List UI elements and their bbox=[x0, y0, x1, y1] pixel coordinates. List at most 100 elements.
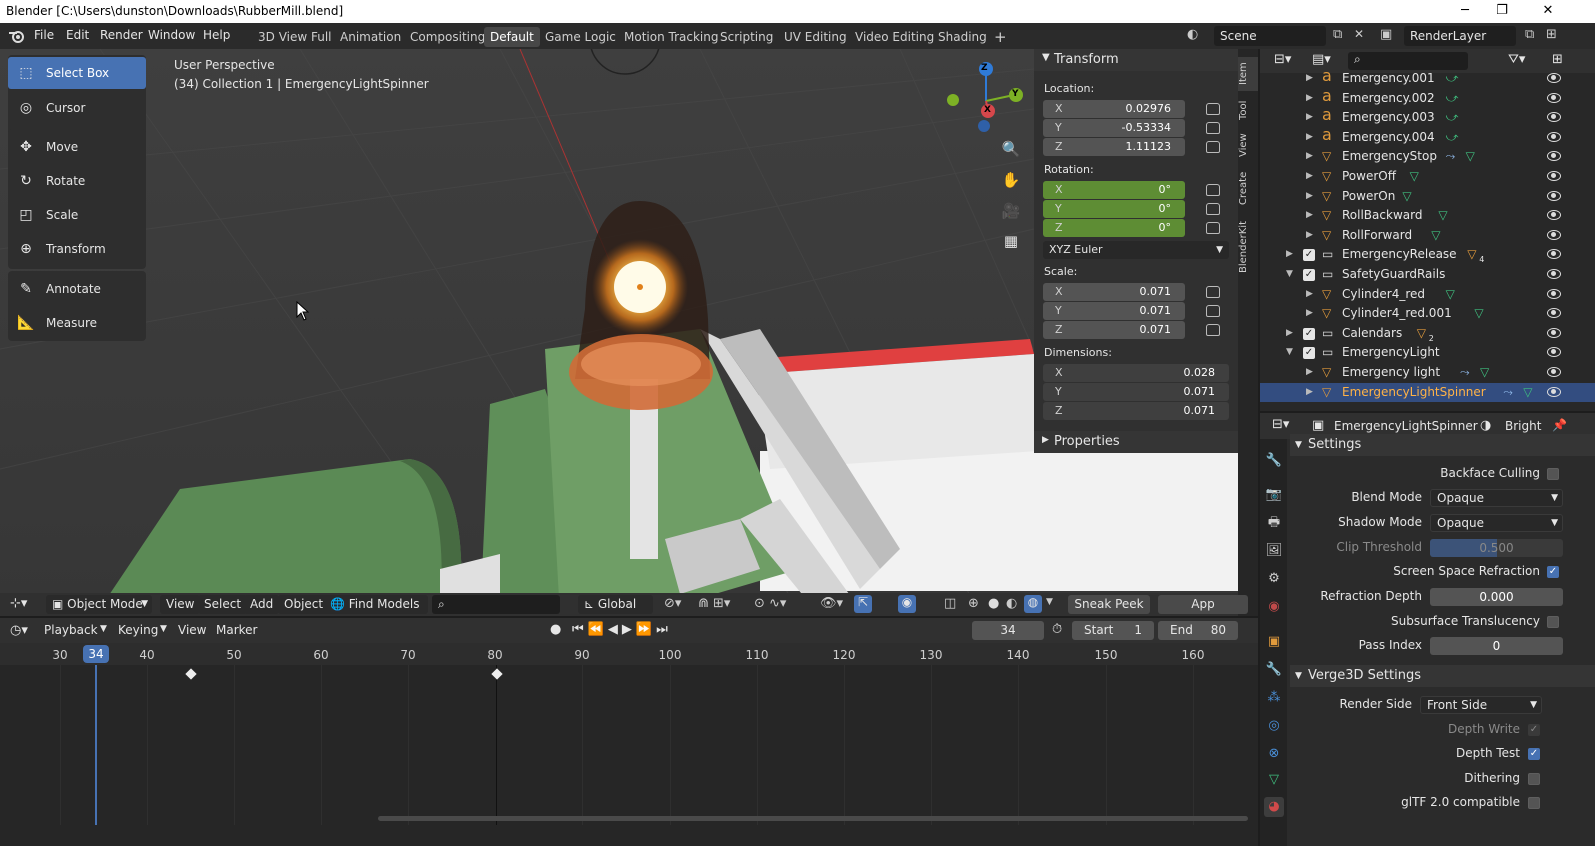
expand-toggle-icon[interactable]: ▼ bbox=[1286, 343, 1293, 362]
outliner-row[interactable]: ▶ ▽ Cylinder4_red.001 ▽ bbox=[1260, 304, 1595, 324]
copy-layer-icon[interactable]: ⧉ bbox=[1525, 27, 1534, 42]
find-models-menu[interactable]: 🌐 Find Models bbox=[324, 595, 428, 614]
outliner-row[interactable]: ▶ ✓ ▭ Calendars ▽ 2 bbox=[1260, 324, 1595, 344]
copy-scene-icon[interactable]: ⧉ bbox=[1333, 27, 1342, 42]
playhead-line[interactable] bbox=[95, 665, 97, 825]
visibility-eye-icon[interactable] bbox=[1547, 288, 1561, 299]
lock-icon[interactable] bbox=[1206, 203, 1220, 215]
outliner-row[interactable]: ▶ ▽ PowerOff ▽ bbox=[1260, 167, 1595, 187]
settings-section-header[interactable]: ▼ Settings bbox=[1290, 434, 1595, 456]
visibility-eye-icon[interactable] bbox=[1547, 171, 1561, 181]
visibility-eye-icon[interactable] bbox=[1547, 151, 1561, 162]
pan-hand-icon[interactable]: ✋ bbox=[1000, 171, 1022, 193]
child-expand-icon[interactable]: ▶ bbox=[1306, 89, 1313, 108]
sidebar-tab-item[interactable]: Item bbox=[1238, 57, 1258, 91]
modifier-icon[interactable]: ⤻ bbox=[1446, 128, 1459, 147]
outliner-row[interactable]: ▼ ✓ ▭ SafetyGuardRails bbox=[1260, 265, 1595, 285]
transform-panel-header[interactable]: ▼ Transform bbox=[1034, 49, 1238, 71]
tab-uv-editing[interactable]: UV Editing bbox=[778, 27, 853, 47]
mesh-data-icon[interactable]: ▽ bbox=[1480, 363, 1489, 382]
child-expand-icon[interactable]: ▶ bbox=[1306, 363, 1313, 382]
breadcrumb-object[interactable]: EmergencyLightSpinner bbox=[1334, 419, 1478, 433]
pivot-icon[interactable]: ⊘▾ bbox=[664, 596, 681, 611]
expand-toggle-icon[interactable]: ▶ bbox=[1286, 324, 1293, 343]
mesh-data-icon[interactable]: ▽ bbox=[1410, 167, 1419, 186]
visibility-eye-icon[interactable] bbox=[1547, 112, 1561, 123]
view-layer-field[interactable]: RenderLayer bbox=[1404, 26, 1516, 46]
frame-ruler[interactable]: 30 40 50 60 70 80 90 100 110 120 130 140… bbox=[0, 643, 1258, 665]
outliner-row[interactable]: ▶ ▽ Cylinder4_red ▽ bbox=[1260, 285, 1595, 305]
timeline-scrollbar[interactable] bbox=[378, 816, 1248, 821]
tool-rotate[interactable]: ↻ Rotate bbox=[8, 165, 146, 197]
lock-icon[interactable] bbox=[1206, 141, 1220, 153]
tab-motion-tracking[interactable]: Motion Tracking bbox=[618, 27, 724, 47]
blender-logo-icon[interactable] bbox=[8, 28, 26, 44]
collection-checkbox[interactable]: ✓ bbox=[1303, 347, 1315, 360]
view-layer-icon[interactable]: ▣ bbox=[1380, 27, 1392, 42]
scene-icon[interactable]: ◐ bbox=[1187, 27, 1198, 42]
blend-mode-select[interactable]: Opaque ▼ bbox=[1430, 489, 1563, 507]
keyframe-diamond[interactable] bbox=[491, 668, 503, 680]
playback-controls[interactable]: ⏮⏪◀▶⏩⏭ bbox=[572, 622, 672, 637]
3d-viewport[interactable]: User Perspective (34) Collection 1 | Eme… bbox=[0, 49, 1258, 616]
menu-keying[interactable]: Keying bbox=[118, 623, 158, 637]
outliner-row[interactable]: ▶ ▽ Emergency light ⤳ ▽ bbox=[1260, 363, 1595, 383]
stopwatch-icon[interactable]: ⏱ bbox=[1052, 622, 1062, 637]
pass-index-field[interactable]: 0 bbox=[1430, 637, 1563, 655]
chevron-down-icon[interactable]: ▼ bbox=[1046, 597, 1053, 607]
gltf-checkbox[interactable] bbox=[1528, 797, 1540, 809]
scene-field[interactable]: Scene bbox=[1214, 26, 1326, 46]
material-shading-icon[interactable]: ◐ bbox=[1006, 596, 1017, 611]
orientation-select[interactable]: ⊾ Global bbox=[578, 595, 653, 614]
rotation-z-field[interactable]: Z 0° bbox=[1043, 219, 1185, 237]
tool-cursor[interactable]: ◎ Cursor bbox=[8, 92, 146, 124]
tool-measure[interactable]: 📐 Measure bbox=[8, 307, 146, 339]
modifier-icon[interactable]: ⤻ bbox=[1446, 108, 1459, 127]
mesh-data-icon[interactable]: ▽ bbox=[1264, 770, 1284, 790]
ssr-checkbox[interactable]: ✓ bbox=[1547, 566, 1559, 578]
search-models-input[interactable]: ⌕ bbox=[432, 595, 560, 614]
sidebar-tab-blenderkit[interactable]: BlenderKit bbox=[1238, 219, 1258, 275]
render-side-select[interactable]: Front Side ▼ bbox=[1420, 696, 1542, 714]
scale-y-field[interactable]: Y 0.071 bbox=[1043, 302, 1185, 320]
outliner-row[interactable]: ▶ a Emergency.004 ⤻ bbox=[1260, 125, 1595, 148]
editor-type-icon[interactable]: ⊹▾ bbox=[10, 596, 27, 611]
menu-view[interactable]: View bbox=[178, 623, 206, 637]
outliner-row[interactable]: ▶ a Emergency.003 ⤻ bbox=[1260, 105, 1595, 128]
outliner-row[interactable]: ▶ ▽ RollForward ▽ bbox=[1260, 226, 1595, 246]
outliner-row[interactable]: ▶ ▽ PowerOn ▽ bbox=[1260, 187, 1595, 207]
tool-settings-icon[interactable]: 🔧 bbox=[1264, 451, 1284, 471]
child-expand-icon[interactable]: ▶ bbox=[1306, 167, 1313, 186]
tool-scale[interactable]: ◰ Scale bbox=[8, 199, 146, 231]
tab-3d-view-full[interactable]: 3D View Full bbox=[252, 27, 338, 47]
add-menu[interactable]: Add bbox=[244, 595, 280, 614]
outliner-row[interactable]: ▼ ✓ ▭ EmergencyLight bbox=[1260, 343, 1595, 363]
child-expand-icon[interactable]: ▶ bbox=[1306, 187, 1313, 206]
menu-marker[interactable]: Marker bbox=[216, 623, 257, 637]
visibility-eye-icon[interactable] bbox=[1547, 308, 1561, 319]
zoom-icon[interactable]: 🔍 bbox=[1000, 140, 1022, 162]
particles-icon[interactable]: ⁂ bbox=[1264, 688, 1284, 708]
tab-game-logic[interactable]: Game Logic bbox=[539, 27, 622, 47]
location-y-field[interactable]: Y -0.53334 bbox=[1043, 119, 1185, 137]
properties-panel-header[interactable]: ▶ Properties bbox=[1034, 431, 1238, 453]
solid-shading-icon[interactable]: ● bbox=[988, 596, 999, 611]
outliner-search-input[interactable]: ⌕ bbox=[1348, 52, 1468, 70]
app-manager-button[interactable]: App Manager bbox=[1158, 595, 1248, 630]
material-icon[interactable]: ◕ bbox=[1264, 797, 1284, 817]
rotation-x-field[interactable]: X 0° bbox=[1043, 181, 1185, 199]
rendered-shading-icon[interactable]: ◍ bbox=[1024, 595, 1042, 613]
lock-icon[interactable] bbox=[1206, 122, 1220, 134]
outliner-row[interactable]: ▶ a Emergency.002 ⤻ bbox=[1260, 86, 1595, 109]
tool-move[interactable]: ✥ Move bbox=[8, 131, 146, 163]
current-frame-field[interactable]: 34 bbox=[972, 621, 1044, 640]
scale-x-field[interactable]: X 0.071 bbox=[1043, 283, 1185, 301]
refraction-depth-field[interactable]: 0.000 bbox=[1430, 588, 1563, 606]
new-collection-icon[interactable]: ⊞ bbox=[1552, 52, 1563, 67]
outliner-row[interactable]: ▶ ▽ EmergencyStop ⤳ ▽ bbox=[1260, 147, 1595, 167]
visibility-eye-icon[interactable] bbox=[1547, 249, 1561, 260]
animation-icon[interactable]: ⤳ bbox=[1446, 147, 1456, 166]
outliner-row[interactable]: ▶ ▽ EmergencyLightSpinner ⤳ ▽ bbox=[1260, 382, 1595, 403]
sneak-peek-button[interactable]: Sneak Peek bbox=[1068, 595, 1150, 614]
visibility-eye-icon[interactable] bbox=[1547, 269, 1561, 279]
